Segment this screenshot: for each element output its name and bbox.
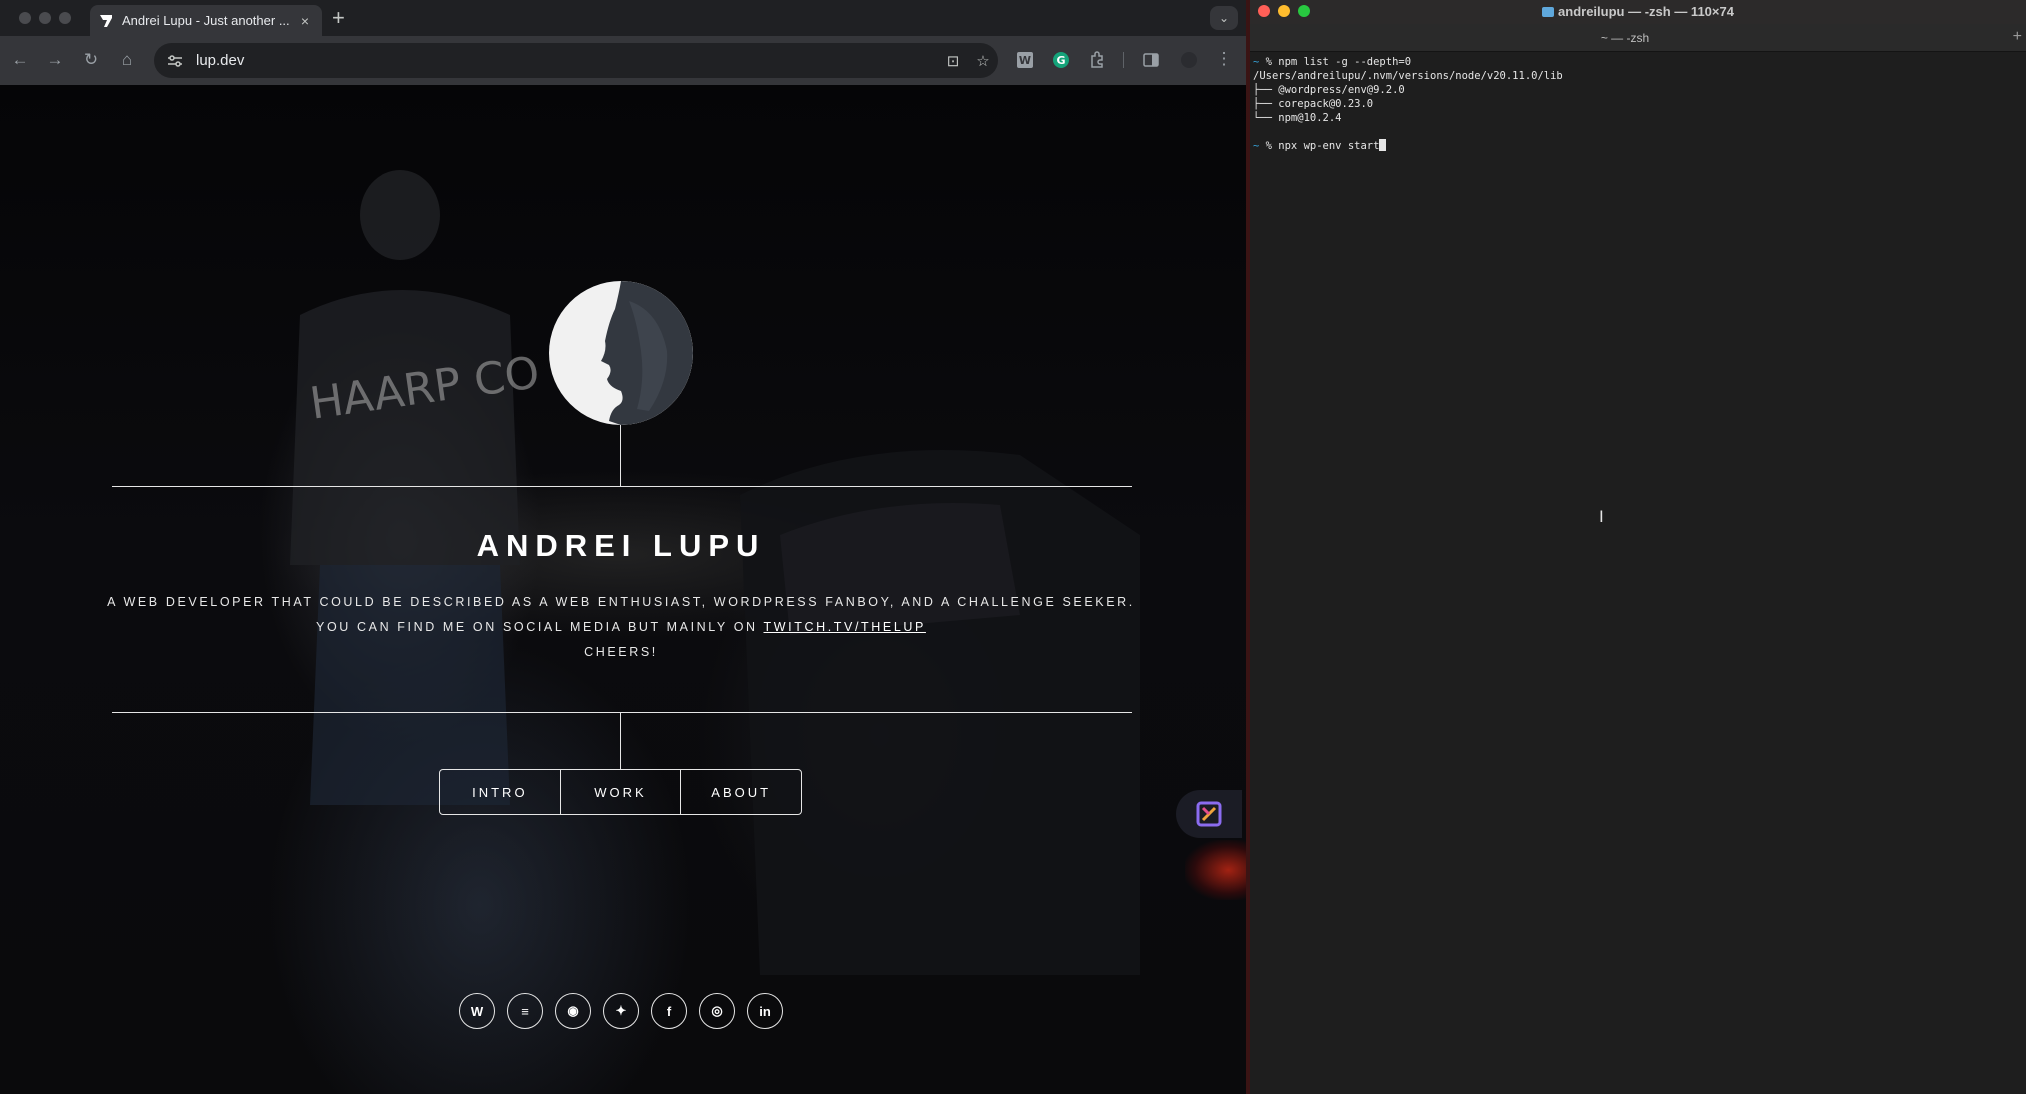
wordpress-icon[interactable]: W bbox=[459, 993, 495, 1029]
linkedin-icon[interactable]: in bbox=[747, 993, 783, 1029]
tagline-text: A WEB DEVELOPER THAT COULD BE DESCRIBED … bbox=[107, 595, 1135, 609]
wordtune-extension-icon[interactable]: W bbox=[1016, 51, 1034, 69]
folder-icon bbox=[1542, 7, 1555, 17]
profile-logo-icon bbox=[601, 281, 693, 425]
background-taillight bbox=[1185, 840, 1246, 900]
tab-close-icon[interactable]: × bbox=[296, 13, 314, 29]
nav-connector-line bbox=[620, 712, 621, 769]
widget-logo-icon bbox=[1196, 801, 1222, 827]
terminal-title: andreilupu — -zsh — 110×74 bbox=[1250, 4, 2026, 19]
bottom-divider-line bbox=[112, 712, 1132, 713]
terminal-line: ├── @wordpress/env@9.2.0 bbox=[1253, 83, 2026, 97]
terminal-title-text: andreilupu — -zsh — 110×74 bbox=[1558, 4, 1734, 19]
svg-text:W: W bbox=[1019, 54, 1031, 67]
browser-window: Andrei Lupu - Just another ... × + ⌄ ← →… bbox=[0, 0, 1246, 1094]
site-info-icon[interactable] bbox=[166, 52, 184, 70]
nav-intro-button[interactable]: INTRO bbox=[440, 770, 560, 814]
terminal-window: andreilupu — -zsh — 110×74 ~ — -zsh + ~ … bbox=[1250, 0, 2026, 1094]
window-close-button[interactable] bbox=[19, 12, 31, 24]
browser-toolbar: ← → ↻ ⌂ lup.dev ⊡ ☆ W G ⋮ bbox=[0, 36, 1246, 85]
svg-text:G: G bbox=[1056, 54, 1065, 67]
floating-widget-button[interactable] bbox=[1176, 790, 1242, 838]
social-line: YOU CAN FIND ME ON SOCIAL MEDIA BUT MAIN… bbox=[0, 620, 1242, 634]
tab-strip: Andrei Lupu - Just another ... × + ⌄ bbox=[0, 0, 1246, 36]
terminal-line-text: /Users/andreilupu/.nvm/versions/node/v20… bbox=[1253, 70, 1563, 82]
profile-avatar[interactable] bbox=[1180, 51, 1198, 69]
twitch-link[interactable]: TWITCH.TV/THELUP bbox=[764, 620, 926, 634]
terminal-line-text: % npx wp-env start bbox=[1259, 140, 1380, 152]
terminal-line: ~ % npx wp-env start bbox=[1253, 139, 2026, 153]
bookmark-star-icon[interactable]: ☆ bbox=[968, 52, 998, 70]
terminal-line-text: % npm list -g --depth=0 bbox=[1259, 56, 1412, 68]
avatar bbox=[549, 281, 693, 425]
terminal-cursor bbox=[1379, 139, 1387, 151]
site-favicon-icon bbox=[100, 14, 112, 27]
terminal-tab[interactable]: ~ — -zsh bbox=[1250, 31, 2000, 45]
background-photo-person: HAARP CORE bbox=[290, 170, 540, 805]
side-panel-icon[interactable] bbox=[1142, 51, 1160, 69]
facebook-icon[interactable]: f bbox=[651, 993, 687, 1029]
social-prefix-text: YOU CAN FIND ME ON SOCIAL MEDIA BUT MAIN… bbox=[316, 620, 758, 634]
terminal-line-text: ├── @wordpress/env@9.2.0 bbox=[1253, 84, 1405, 96]
forward-arrow-icon[interactable]: → bbox=[44, 50, 66, 70]
terminal-line: ├── corepack@0.23.0 bbox=[1253, 97, 2026, 111]
stackoverflow-icon[interactable]: ≡ bbox=[507, 993, 543, 1029]
extensions-puzzle-icon[interactable] bbox=[1088, 51, 1106, 69]
browser-tab[interactable]: Andrei Lupu - Just another ... × bbox=[90, 5, 322, 36]
section-nav: INTRO WORK ABOUT bbox=[439, 769, 802, 815]
tab-title: Andrei Lupu - Just another ... bbox=[122, 13, 290, 28]
back-arrow-icon[interactable]: ← bbox=[9, 50, 31, 70]
social-links: W ≡ ◉ ✦ f ◎ in bbox=[459, 993, 783, 1029]
new-tab-button[interactable]: + bbox=[332, 6, 345, 30]
terminal-tab-bar: ~ — -zsh + bbox=[1250, 24, 2026, 52]
twitter-icon[interactable]: ✦ bbox=[603, 993, 639, 1029]
grammarly-extension-icon[interactable]: G bbox=[1052, 51, 1070, 69]
signoff-text: CHEERS! bbox=[584, 645, 658, 659]
url-text[interactable]: lup.dev bbox=[196, 52, 938, 69]
terminal-line: └── npm@10.2.4 bbox=[1253, 111, 2026, 125]
terminal-new-tab-button[interactable]: + bbox=[2013, 28, 2022, 46]
nav-work-button[interactable]: WORK bbox=[559, 770, 681, 814]
reload-icon[interactable]: ↻ bbox=[80, 50, 102, 70]
terminal-line-text: ├── corepack@0.23.0 bbox=[1253, 98, 1374, 110]
terminal-titlebar: andreilupu — -zsh — 110×74 bbox=[1250, 0, 2026, 24]
background-photo-car bbox=[740, 450, 1140, 975]
page-viewport: HAARP CORE ANDREI LUPU A WEB DEVELOPER T… bbox=[0, 85, 1246, 1094]
text-cursor-ibeam-icon: I bbox=[1599, 507, 1604, 526]
instagram-icon[interactable]: ◎ bbox=[699, 993, 735, 1029]
top-divider-line bbox=[112, 486, 1132, 487]
install-app-icon[interactable]: ⊡ bbox=[938, 52, 968, 70]
window-zoom-button[interactable] bbox=[59, 12, 71, 24]
github-icon[interactable]: ◉ bbox=[555, 993, 591, 1029]
toolbar-separator bbox=[1123, 52, 1124, 68]
tab-search-button[interactable]: ⌄ bbox=[1210, 6, 1238, 30]
nav-about-button[interactable]: ABOUT bbox=[680, 770, 801, 814]
browser-menu-icon[interactable]: ⋮ bbox=[1213, 49, 1235, 69]
address-bar[interactable]: lup.dev ⊡ ☆ bbox=[154, 43, 998, 78]
terminal-line-text: └── npm@10.2.4 bbox=[1253, 112, 1342, 124]
terminal-line: /Users/andreilupu/.nvm/versions/node/v20… bbox=[1253, 69, 2026, 83]
page-title: ANDREI LUPU bbox=[476, 528, 766, 563]
window-minimize-button[interactable] bbox=[39, 12, 51, 24]
home-icon[interactable]: ⌂ bbox=[116, 50, 138, 70]
avatar-connector-line bbox=[620, 425, 621, 487]
terminal-output[interactable]: ~ % npm list -g --depth=0 /Users/andreil… bbox=[1250, 55, 2026, 153]
terminal-line: ~ % npm list -g --depth=0 bbox=[1253, 55, 2026, 69]
